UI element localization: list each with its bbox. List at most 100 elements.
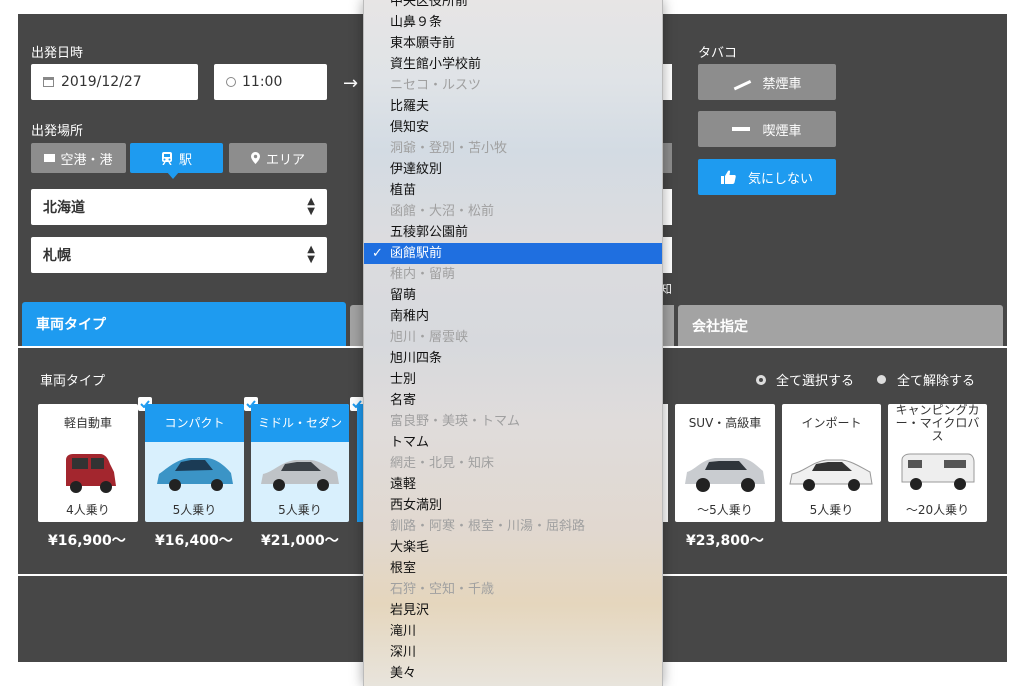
dont-care-label: 気にしない	[747, 171, 813, 187]
dropdown-option-label: ニセコ・ルスツ	[390, 78, 482, 93]
vehicle-card-name: キャンピングカー・マイクロバス	[895, 404, 980, 443]
city-value: 札幌	[43, 248, 71, 264]
dropdown-option[interactable]: 資生館小学校前	[364, 54, 662, 75]
dropdown-option[interactable]: 伊達紋別	[364, 159, 662, 180]
dropdown-group-header: 稚内・留萌	[364, 264, 662, 285]
dropdown-group-header: 旭川・層雲峡	[364, 327, 662, 348]
vehicle-card-name: ミドル・セダン	[251, 404, 349, 442]
vehicle-card-compact[interactable]: コンパクト 5人乗り	[145, 404, 244, 522]
vehicle-card-capacity: 5人乗り	[278, 503, 322, 517]
select-arrows-icon: ▲ ▼	[307, 196, 315, 217]
dropdown-option[interactable]: 倶知安	[364, 117, 662, 138]
train-icon	[161, 151, 172, 165]
tab-company[interactable]: 会社指定	[678, 305, 1003, 346]
dropdown-option[interactable]: 大楽毛	[364, 537, 662, 558]
dropdown-option[interactable]: 植苗	[364, 180, 662, 201]
dropdown-option-label: 釧路・阿寒・根室・川湯・屈斜路	[390, 519, 586, 534]
tab-hidden[interactable]	[350, 305, 364, 346]
tab-vehicle-type[interactable]: 車両タイプ	[22, 302, 346, 346]
dropdown-option-label: 西女満別	[390, 498, 443, 513]
map-pin-icon	[250, 152, 260, 164]
dropdown-option-label: 岩見沢	[390, 603, 430, 618]
dropdown-group-header: 網走・北見・知床	[364, 453, 662, 474]
place-option-airport[interactable]: 空港・港	[31, 143, 126, 173]
import-car-icon	[789, 459, 873, 491]
dropdown-option-label: 東本願寺前	[390, 36, 456, 51]
time-input[interactable]: 11:00	[214, 64, 327, 100]
select-all-link[interactable]: 全て選択する	[756, 370, 854, 389]
dropdown-option[interactable]: 東本願寺前	[364, 33, 662, 54]
vehicle-card-import[interactable]: インポート 5人乗り	[782, 404, 881, 522]
dropdown-group-header: 釧路・阿寒・根室・川湯・屈斜路	[364, 516, 662, 537]
dropdown-option-label: 比羅夫	[390, 99, 430, 114]
vehicle-card-camper[interactable]: キャンピングカー・マイクロバス 〜20人乗り	[888, 404, 987, 522]
prefecture-select[interactable]: 北海道 ▲ ▼	[31, 189, 327, 225]
clock-icon	[226, 77, 236, 87]
dropdown-option-label: 稚内・留萌	[390, 267, 456, 282]
deselect-all-label: 全て解除する	[897, 374, 976, 389]
dropdown-option[interactable]: 留萌	[364, 285, 662, 306]
place-option-area[interactable]: エリア	[229, 143, 327, 173]
cigarette-icon	[732, 127, 751, 131]
dropdown-option[interactable]: 南稚内	[364, 306, 662, 327]
smoking-label: 喫煙車	[762, 123, 802, 139]
time-value: 11:00	[242, 74, 283, 90]
dont-care-button[interactable]: 気にしない	[698, 159, 836, 195]
dropdown-option-label: 函館駅前	[390, 246, 443, 261]
dropdown-option[interactable]: 根室	[364, 558, 662, 579]
camper-icon	[901, 453, 975, 490]
radio-selected-icon	[756, 374, 766, 385]
dropdown-option-label: 伊達紋別	[390, 162, 443, 177]
dropdown-option[interactable]: 士別	[364, 369, 662, 390]
smoking-button[interactable]: 喫煙車	[698, 111, 836, 147]
tab-vehicle-type-label: 車両タイプ	[36, 317, 106, 333]
dropdown-option[interactable]: 岩見沢	[364, 600, 662, 621]
dropdown-option[interactable]: 名寄	[364, 390, 662, 411]
dropdown-option-selected[interactable]: ✓ 函館駅前	[364, 243, 662, 264]
vehicle-card-sedan[interactable]: ミドル・セダン 5人乗り	[251, 404, 349, 522]
city-select[interactable]: 札幌 ▲ ▼	[31, 237, 327, 273]
dropdown-option-label: 深川	[390, 645, 417, 660]
dropdown-option-label: 旭川四条	[390, 351, 443, 366]
tab-hidden[interactable]	[662, 305, 674, 346]
vehicle-card-suv[interactable]: SUV・高級車 〜5人乗り	[675, 404, 775, 522]
suv-car-icon	[685, 458, 765, 492]
dropdown-option[interactable]: 深川	[364, 642, 662, 663]
tobacco-label: タバコ	[698, 46, 738, 61]
dropdown-option-label: 資生館小学校前	[390, 57, 482, 72]
dropdown-option[interactable]: 五稜郭公園前	[364, 222, 662, 243]
dropdown-option[interactable]: 美々	[364, 663, 662, 684]
dropdown-option[interactable]: トマム	[364, 432, 662, 453]
non-smoking-button[interactable]: 禁煙車	[698, 64, 836, 100]
dropdown-option[interactable]: 滝川	[364, 621, 662, 642]
place-option-area-label: エリア	[265, 152, 305, 168]
dropdown-option-label: 富良野・美瑛・トマム	[390, 414, 521, 429]
date-value: 2019/12/27	[61, 74, 142, 90]
prefecture-value: 北海道	[43, 200, 85, 216]
place-option-station[interactable]: 駅	[130, 143, 223, 173]
dropdown-option[interactable]: 旭川四条	[364, 348, 662, 369]
place-option-airport-label: 空港・港	[60, 152, 113, 168]
dropdown-option[interactable]: 山鼻９条	[364, 12, 662, 33]
dropdown-option-label: 石狩・空知・千歳	[390, 582, 495, 597]
arrow-right-icon: →	[343, 73, 359, 94]
vehicle-card-capacity: 5人乗り	[172, 503, 217, 517]
date-input[interactable]: 2019/12/27	[31, 64, 198, 100]
dropdown-option[interactable]: 遠軽	[364, 474, 662, 495]
deselect-all-link[interactable]: 全て解除する	[877, 370, 975, 389]
vehicle-price: ¥16,900〜	[48, 533, 126, 549]
station-dropdown-list[interactable]: 中央区役所前 山鼻９条 東本願寺前 資生館小学校前 ニセコ・ルスツ 比羅夫 倶知安 洞爺・登別…	[363, 0, 663, 686]
dropdown-group-header: 富良野・美瑛・トマム	[364, 411, 662, 432]
vehicle-card-capacity: 4人乗り	[66, 503, 110, 517]
vehicle-card-name: 軽自動車	[63, 415, 112, 430]
dropdown-option-label: 美々	[390, 666, 417, 681]
dropdown-group-header: 函館・大沼・松前	[364, 201, 662, 222]
dropdown-option[interactable]: 西女満別	[364, 495, 662, 516]
dropdown-option-label: 名寄	[390, 393, 417, 408]
vehicle-card-name: インポート	[801, 415, 862, 430]
vehicle-card-kei[interactable]: 軽自動車 4人乗り	[38, 404, 138, 522]
ticket-icon	[44, 154, 56, 162]
dropdown-option[interactable]: 中央区役所前	[364, 0, 662, 12]
vehicle-card-capacity: 〜20人乗り	[905, 503, 970, 517]
dropdown-option[interactable]: 比羅夫	[364, 96, 662, 117]
